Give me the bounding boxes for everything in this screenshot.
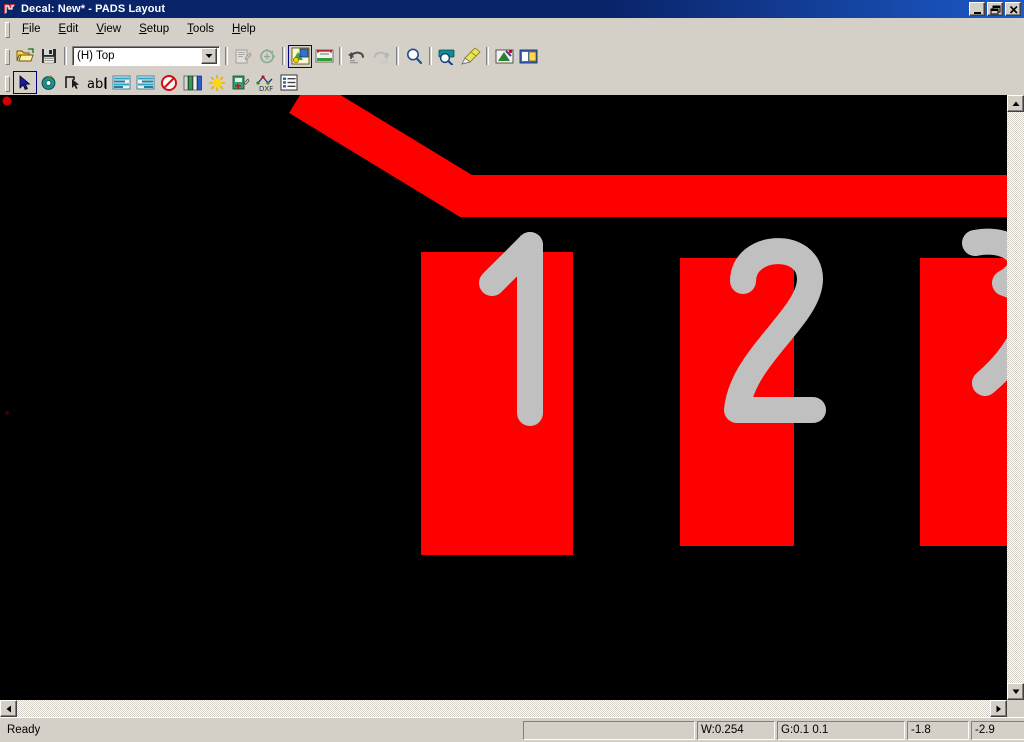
pcb-decal-canvas[interactable] [0, 95, 1007, 700]
pad-1[interactable] [421, 252, 573, 555]
standard-toolbar-grip[interactable] [3, 47, 11, 65]
status-cursor-x-pane: -1.8 [907, 720, 969, 740]
pour-manager-button[interactable] [492, 45, 516, 68]
copper-layer2-button[interactable] [133, 71, 157, 94]
layer-select-value: (H) Top [77, 50, 115, 62]
decal-properties-button[interactable] [231, 45, 255, 68]
status-grid-pane: G:0.1 0.1 [777, 720, 905, 740]
reference-marker [4, 410, 10, 416]
minimize-button[interactable] [969, 2, 985, 16]
pad-3[interactable] [920, 258, 1007, 546]
copper-split-button[interactable] [516, 45, 540, 68]
add-mounting-hole-button[interactable] [229, 71, 253, 94]
status-width-pane: W:0.254 [697, 720, 775, 740]
undo-button[interactable] [345, 45, 369, 68]
scroll-left-button[interactable] [0, 700, 17, 717]
toolbar-separator [225, 47, 228, 65]
toolbar-separator [64, 47, 67, 65]
terminal-button[interactable] [61, 71, 85, 94]
status-message: Ready [7, 724, 41, 736]
layer-select[interactable]: (H) Top [72, 46, 220, 66]
pcb-graphics [0, 95, 1007, 700]
pads-layout-window: Decal: New* - PADS Layout File Edit View… [0, 0, 1024, 742]
redo-button[interactable] [369, 45, 393, 68]
decal-icon [2, 1, 18, 17]
close-button[interactable] [1005, 2, 1021, 16]
text-tool-button[interactable]: abl [85, 71, 109, 94]
menu-item-file[interactable]: File [13, 20, 50, 38]
scrollbar-corner [1007, 700, 1024, 717]
toolbar-separator [396, 47, 399, 65]
query-button[interactable] [435, 45, 459, 68]
svg-text:DXF: DXF [259, 85, 273, 92]
status-bar: Ready W:0.254 G:0.1 0.1 -1.8 -2.9 [0, 717, 1024, 742]
layer-stackup-button[interactable] [181, 71, 205, 94]
open-file-button[interactable] [13, 45, 37, 68]
drafting-toolbar-grip[interactable] [3, 74, 11, 92]
toolbar-separator [282, 47, 285, 65]
standard-toolbar: (H) Top [0, 42, 1024, 70]
menu-item-view[interactable]: View [87, 20, 130, 38]
menu-item-tools[interactable]: Tools [178, 20, 223, 38]
report-list-button[interactable] [277, 71, 301, 94]
status-secondary-pane [523, 720, 695, 740]
window-controls [969, 2, 1021, 16]
flash-button[interactable] [205, 71, 229, 94]
restore-button[interactable] [987, 2, 1003, 16]
dxf-export-button[interactable]: DXF [253, 71, 277, 94]
menu-item-setup[interactable]: Setup [130, 20, 178, 38]
toolbar-separator [339, 47, 342, 65]
menu-item-help[interactable]: Help [223, 20, 265, 38]
title-bar: Decal: New* - PADS Layout [0, 0, 1024, 18]
board-outline-button[interactable] [288, 44, 312, 68]
scroll-down-button[interactable] [1007, 683, 1024, 700]
menu-item-edit[interactable]: Edit [50, 20, 88, 38]
status-cursor-y-pane: -2.9 [971, 720, 1024, 740]
drafting-toolbar: abl DXF [0, 70, 1024, 95]
design-canvas-area [0, 95, 1024, 717]
toolbar-separator [429, 47, 432, 65]
dimension-button[interactable] [312, 45, 336, 68]
select-tool-button[interactable] [13, 71, 37, 94]
window-title: Decal: New* - PADS Layout [21, 3, 166, 15]
menu-grip-handle[interactable] [3, 20, 11, 38]
save-file-button[interactable] [37, 45, 61, 68]
menu-bar: File Edit View Setup Tools Help [0, 18, 1024, 40]
refresh-decal-button[interactable] [255, 45, 279, 68]
copper-layer-button[interactable] [109, 71, 133, 94]
origin-marker [2, 96, 12, 106]
vertical-scrollbar[interactable] [1007, 95, 1024, 700]
zoom-button[interactable] [402, 45, 426, 68]
redraw-button[interactable] [459, 45, 483, 68]
scroll-right-button[interactable] [990, 700, 1007, 717]
drill-pad-button[interactable] [37, 71, 61, 94]
svg-text:abl: abl [87, 77, 107, 92]
chevron-down-icon[interactable] [201, 48, 217, 64]
keepout-button[interactable] [157, 71, 181, 94]
scroll-up-button[interactable] [1007, 95, 1024, 112]
toolbar-separator [486, 47, 489, 65]
horizontal-scrollbar[interactable] [0, 700, 1007, 717]
